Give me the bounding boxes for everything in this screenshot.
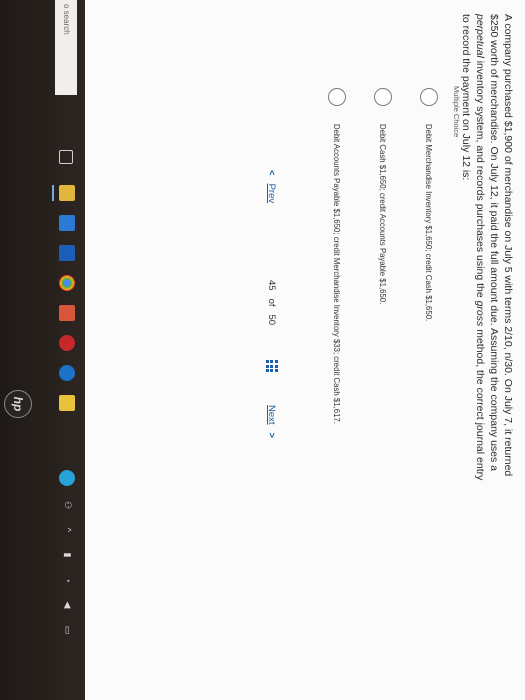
multiple-choice-title: Multiple Choice — [452, 86, 461, 138]
wifi-icon[interactable]: ◔ — [63, 575, 73, 585]
hp-logo: hp — [4, 390, 32, 418]
next-label: Next — [266, 405, 277, 425]
mail-icon[interactable] — [59, 245, 75, 261]
people-icon[interactable]: ⚇ — [63, 500, 73, 510]
media-icon[interactable] — [59, 305, 75, 321]
choice-label: Debit Accounts Payable $1,650; credit Me… — [332, 124, 342, 424]
choice-option-3[interactable]: Debit Accounts Payable $1,650; credit Me… — [323, 88, 351, 608]
chevron-left-icon: < — [266, 170, 277, 176]
skype-icon[interactable] — [59, 470, 75, 486]
volume-icon[interactable]: ◀ — [63, 600, 73, 610]
total-questions: 50 — [266, 314, 277, 326]
prev-label: Prev — [266, 183, 277, 204]
laptop-screen: A company purchased $1,900 of merchandis… — [0, 0, 525, 700]
radio-button[interactable] — [420, 88, 438, 106]
question-part-2: inventory system, and records purchases … — [474, 57, 486, 301]
chevron-up-icon[interactable]: ^ — [63, 525, 73, 535]
radio-button[interactable] — [328, 88, 346, 106]
choice-option-1[interactable]: Debit Merchandise Inventory $1,650; cred… — [415, 88, 443, 608]
choice-option-2[interactable]: Debit Cash $1,650; credit Accounts Payab… — [369, 88, 397, 608]
choice-label: Debit Cash $1,650; credit Accounts Payab… — [378, 124, 388, 305]
question-counter: 45 of 50 — [266, 280, 277, 333]
file-explorer-icon[interactable] — [59, 185, 75, 201]
active-indicator — [52, 185, 54, 201]
question-italic-2: gross — [474, 300, 486, 327]
question-navigation: < Prev 45 of 50 Next > — [258, 170, 280, 530]
question-italic-1: perpetual — [474, 14, 486, 58]
of-label: of — [266, 298, 277, 307]
taskbar-search-input[interactable]: o search — [55, 0, 77, 95]
notification-icon[interactable]: ▭ — [63, 625, 73, 635]
edge-icon[interactable] — [59, 365, 75, 381]
prev-button[interactable]: < Prev — [266, 170, 277, 203]
photo-scene: A company purchased $1,900 of merchandis… — [0, 0, 525, 700]
quiz-page: A company purchased $1,900 of merchandis… — [85, 0, 525, 700]
screen-content: A company purchased $1,900 of merchandis… — [0, 0, 525, 700]
onedrive-icon[interactable] — [59, 395, 75, 411]
question-grid-icon[interactable] — [266, 360, 278, 372]
question-text: A company purchased $1,900 of merchandis… — [459, 14, 515, 484]
security-icon[interactable] — [59, 335, 75, 351]
current-question: 45 — [266, 280, 277, 291]
chrome-icon[interactable] — [59, 275, 75, 291]
windows-taskbar: o search ⚇ ^ ▮ ◔ ◀ ▭ — [0, 0, 85, 700]
store-icon[interactable] — [59, 215, 75, 231]
chevron-right-icon: > — [266, 432, 277, 439]
radio-button[interactable] — [374, 88, 392, 106]
choice-label: Debit Merchandise Inventory $1,650; cred… — [424, 124, 434, 322]
next-button[interactable]: Next > — [266, 405, 277, 438]
battery-icon[interactable]: ▮ — [63, 550, 73, 560]
question-part-1: A company purchased $1,900 of merchandis… — [488, 14, 514, 477]
task-view-icon[interactable] — [59, 150, 73, 164]
